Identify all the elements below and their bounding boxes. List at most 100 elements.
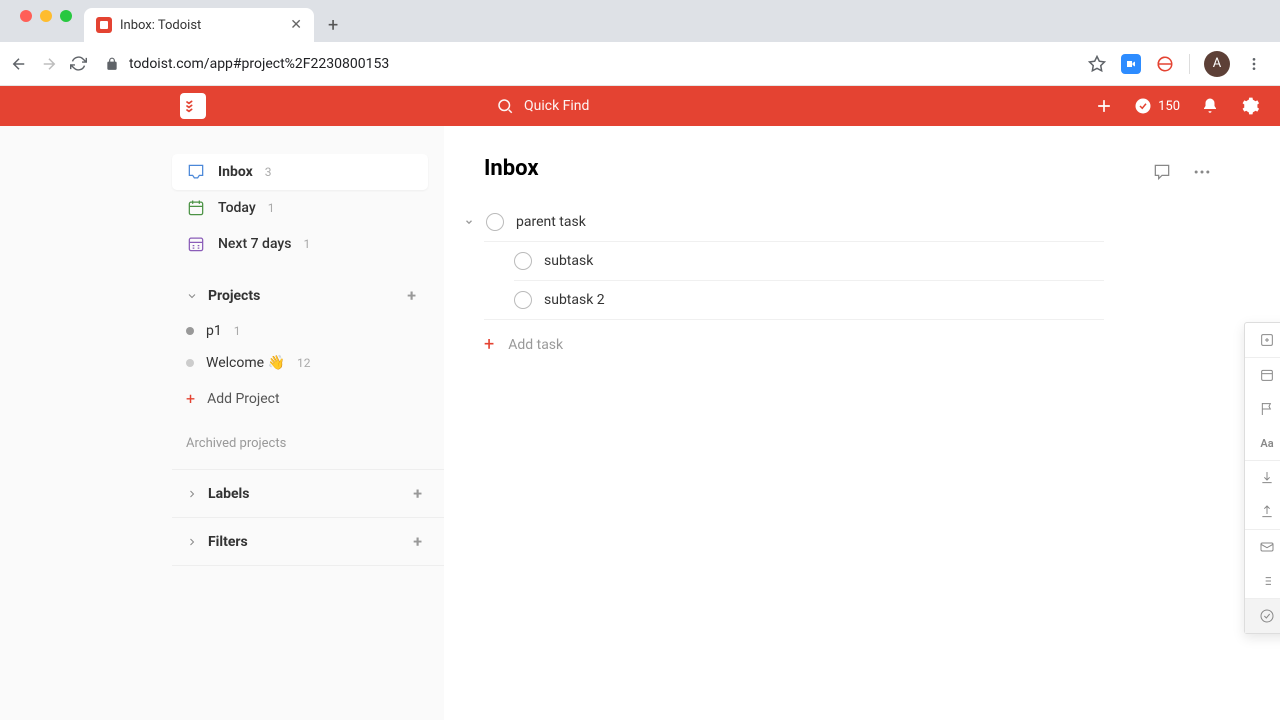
menu-export[interactable]: Export as a template (1245, 495, 1280, 529)
nav-count: 1 (303, 237, 310, 251)
menu-sort-priority[interactable]: Sort by priority (1245, 392, 1280, 426)
add-task-label: Add task (508, 337, 563, 353)
quick-find-label: Quick Find (524, 98, 589, 114)
project-name: p1 (206, 323, 222, 339)
text-icon: Aa (1259, 435, 1275, 451)
tab-title: Inbox: Todoist (120, 18, 282, 33)
karma-count: 150 (1158, 99, 1180, 114)
menu-sort-date[interactable]: Sort by date (1245, 358, 1280, 392)
quick-find[interactable]: Quick Find (496, 97, 589, 115)
add-project-button[interactable]: + Add Project (172, 379, 444, 418)
project-item[interactable]: Welcome 👋 12 (172, 347, 444, 379)
project-dot-icon (186, 327, 194, 335)
task-checkbox[interactable] (486, 213, 504, 231)
add-task-button[interactable]: + Add task (484, 320, 1104, 369)
archived-projects-link[interactable]: Archived projects (172, 418, 444, 469)
browser-toolbar: todoist.com/app#project%2F2230800153 A (0, 42, 1280, 86)
task-row[interactable]: subtask 2 (484, 281, 1104, 319)
close-tab-icon[interactable]: ✕ (290, 17, 302, 33)
nav-label: Today (218, 200, 256, 216)
browser-chrome: Inbox: Todoist ✕ + todoist.com/app#proje… (0, 0, 1280, 86)
window-controls[interactable] (8, 10, 84, 32)
lock-icon (105, 57, 119, 71)
maximize-window-icon[interactable] (60, 10, 72, 22)
plus-icon: + (484, 334, 494, 355)
project-count: 1 (234, 324, 241, 338)
nav-count: 3 (265, 165, 272, 179)
reload-button[interactable] (70, 55, 87, 72)
nav-label: Inbox (218, 164, 253, 180)
karma-button[interactable]: 150 (1134, 97, 1180, 115)
search-icon (496, 97, 514, 115)
sidebar-item-today[interactable]: Today 1 (172, 190, 428, 226)
tab-strip: Inbox: Todoist ✕ + (0, 0, 1280, 42)
today-icon (186, 198, 206, 218)
project-options-menu: Add section Sort by date Sort by priorit… (1244, 322, 1280, 634)
notifications-button[interactable] (1200, 96, 1220, 116)
browser-tab[interactable]: Inbox: Todoist ✕ (84, 8, 314, 42)
page-actions (1152, 162, 1212, 182)
list-icon (1259, 573, 1275, 589)
nav-label: Next 7 days (218, 236, 291, 252)
minimize-window-icon[interactable] (40, 10, 52, 22)
sidebar-item-inbox[interactable]: Inbox 3 (172, 154, 428, 190)
back-button[interactable] (10, 55, 28, 73)
calendar-icon (186, 234, 206, 254)
project-dot-icon (186, 359, 194, 367)
task-checkbox[interactable] (514, 252, 532, 270)
project-name: Welcome 👋 (206, 355, 285, 371)
tab-favicon-icon (96, 17, 112, 33)
project-item[interactable]: p1 1 (172, 315, 444, 347)
settings-button[interactable] (1240, 96, 1260, 116)
task-row[interactable]: subtask (484, 242, 1104, 280)
menu-add-section[interactable]: Add section (1245, 323, 1280, 357)
sidebar-item-next7[interactable]: Next 7 days 1 (172, 226, 428, 262)
comments-button[interactable] (1152, 162, 1172, 182)
task-checkbox[interactable] (514, 291, 532, 309)
more-options-button[interactable] (1192, 162, 1212, 182)
divider (172, 565, 444, 566)
chevron-right-icon (186, 536, 198, 548)
calendar-icon (1259, 367, 1275, 383)
browser-menu-icon[interactable] (1244, 54, 1264, 74)
menu-show-completed[interactable]: Show completed tasks (1245, 599, 1280, 633)
close-window-icon[interactable] (20, 10, 32, 22)
todoist-logo-icon[interactable] (180, 93, 206, 119)
extension-icon[interactable] (1155, 54, 1175, 74)
labels-label: Labels (208, 486, 249, 502)
menu-calendar[interactable]: Project calendar feed (1245, 564, 1280, 598)
app-body: Inbox 3 Today 1 Next 7 days 1 Projects (0, 126, 1280, 720)
nav-count: 1 (268, 201, 275, 215)
menu-email[interactable]: Email tasks to this project (1245, 530, 1280, 564)
add-label-icon[interactable]: + (405, 484, 430, 503)
toolbar-icons: A (1087, 51, 1270, 77)
add-filter-icon[interactable]: + (405, 532, 430, 551)
separator (1189, 54, 1190, 74)
zoom-extension-icon[interactable] (1121, 54, 1141, 74)
add-button[interactable] (1094, 96, 1114, 116)
url-bar[interactable]: todoist.com/app#project%2F2230800153 (99, 48, 1075, 80)
new-tab-button[interactable]: + (314, 15, 352, 42)
task-name: subtask 2 (544, 292, 605, 308)
profile-avatar[interactable]: A (1204, 51, 1230, 77)
menu-sort-name[interactable]: Aa Sort by name (1245, 426, 1280, 460)
projects-section-header[interactable]: Projects + (172, 276, 438, 315)
forward-button[interactable] (40, 55, 58, 73)
labels-section-header[interactable]: Labels + (172, 470, 444, 517)
projects-label: Projects (208, 288, 260, 304)
flag-icon (1259, 401, 1275, 417)
menu-import[interactable]: Import from template (1245, 461, 1280, 495)
chevron-right-icon (186, 488, 198, 500)
chevron-down-icon[interactable] (464, 217, 474, 227)
karma-icon (1134, 97, 1152, 115)
header-actions: 150 (1094, 96, 1260, 116)
page-title: Inbox (484, 156, 1104, 181)
task-name: parent task (516, 214, 586, 230)
add-section-icon (1259, 332, 1275, 348)
mail-icon (1259, 539, 1275, 555)
filters-section-header[interactable]: Filters + (172, 518, 444, 565)
add-project-icon[interactable]: + (399, 286, 424, 305)
bookmark-star-icon[interactable] (1087, 54, 1107, 74)
task-row[interactable]: parent task (484, 203, 1104, 241)
chevron-down-icon (186, 290, 198, 302)
